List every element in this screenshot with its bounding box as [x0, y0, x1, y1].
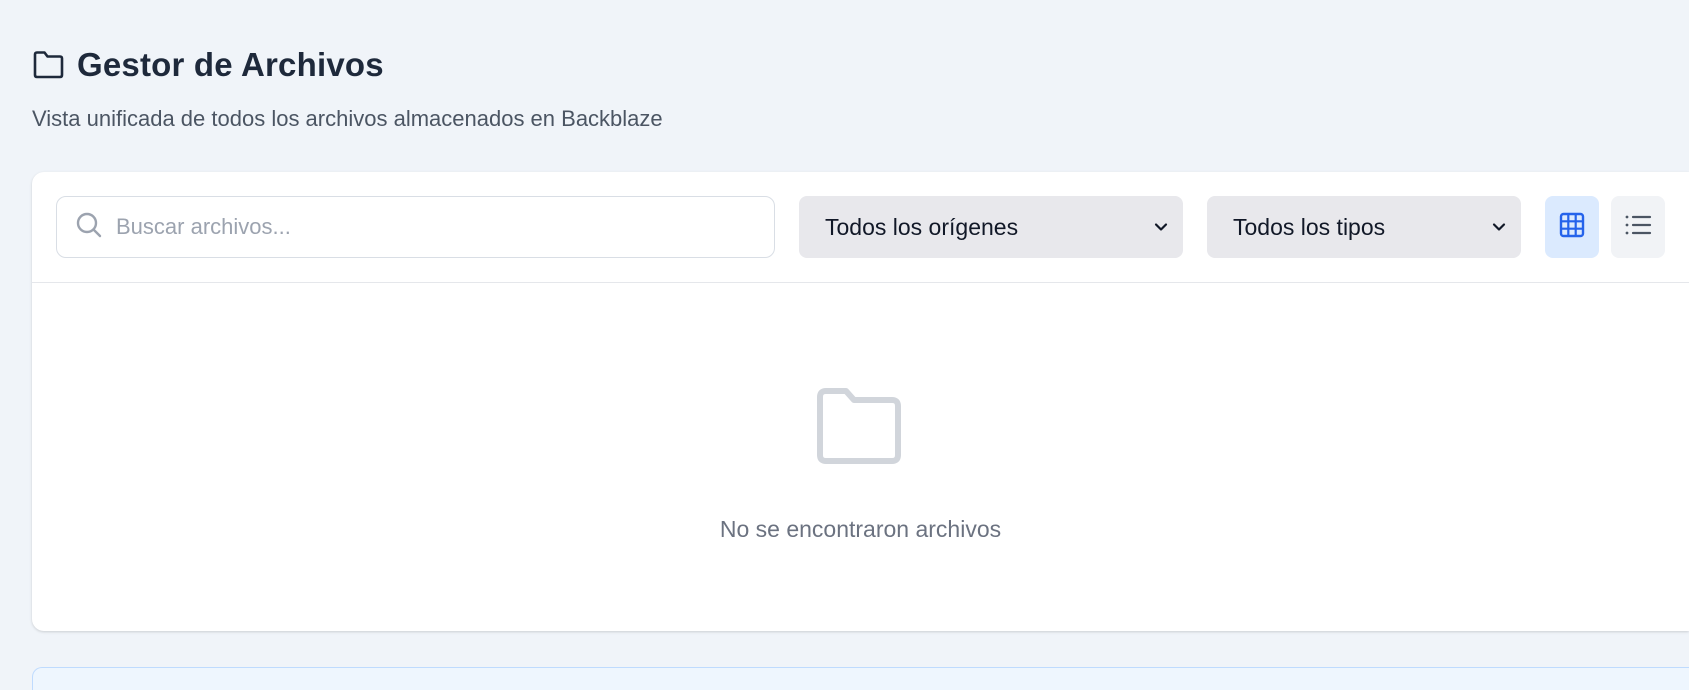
- type-filter-value: Todos los tipos: [1233, 213, 1386, 240]
- page-subtitle: Vista unificada de todos los archivos al…: [32, 106, 663, 131]
- search-icon: [57, 211, 103, 244]
- empty-state-message: No se encontraron archivos: [719, 516, 1002, 542]
- list-icon: [1624, 213, 1652, 242]
- file-manager-page: Gestor de Archivos Vista unificada de to…: [0, 0, 1689, 690]
- files-panel: Todos los orígenes Todos los tipos: [32, 172, 1689, 631]
- origin-filter-value: Todos los orígenes: [825, 213, 1019, 240]
- folder-icon: [814, 387, 904, 472]
- page-title: Gestor de Archivos: [77, 46, 384, 83]
- info-banner: [32, 667, 1689, 690]
- type-filter-select[interactable]: Todos los tipos: [1207, 196, 1521, 258]
- origin-filter-select[interactable]: Todos los orígenes: [799, 196, 1183, 258]
- folder-icon: [32, 50, 65, 80]
- list-view-button[interactable]: [1611, 196, 1665, 258]
- filter-toolbar: Todos los orígenes Todos los tipos: [32, 172, 1689, 283]
- chevron-down-icon: [1153, 214, 1169, 241]
- grid-icon: [1559, 212, 1585, 243]
- chevron-down-icon: [1491, 214, 1507, 241]
- search-box[interactable]: [56, 196, 775, 258]
- empty-state: No se encontraron archivos: [32, 283, 1689, 631]
- search-input[interactable]: [116, 214, 756, 240]
- grid-view-button[interactable]: [1545, 196, 1599, 258]
- page-header: Gestor de Archivos Vista unificada de to…: [32, 46, 663, 132]
- title-row: Gestor de Archivos: [32, 46, 663, 84]
